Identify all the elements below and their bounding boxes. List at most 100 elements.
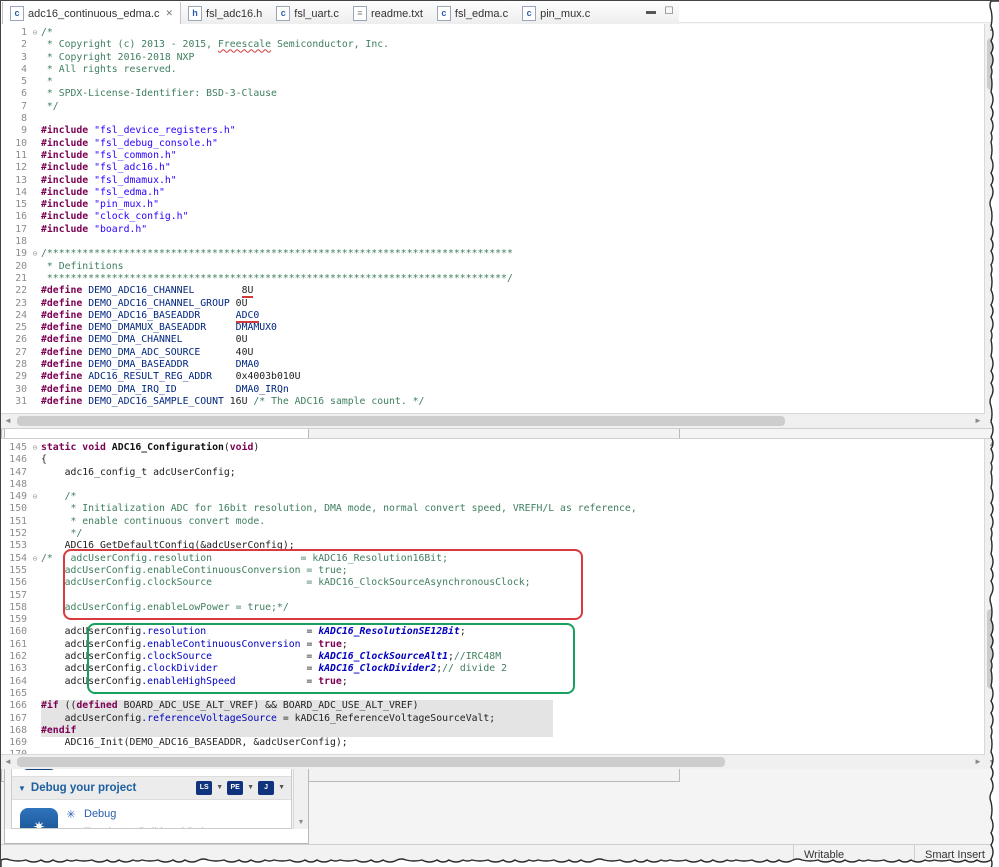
code-line-26[interactable]: 26 #define DEMO_DMA_CHANNEL 0U [1, 334, 985, 346]
code-pane-top[interactable]: 1 ⊖/* 2 * Copyright (c) 2013 - 2015, Frees… [1, 24, 999, 429]
editor-tab-fsl-adc16-h[interactable]: h fsl_adc16.h [181, 2, 269, 25]
code-line-25[interactable]: 25 #define DEMO_DMAMUX_BASEADDR DMAMUX0 [1, 322, 985, 334]
code-pane-bottom[interactable]: 145 ⊖ static void ADC16_Configuration(void… [1, 438, 999, 769]
code-line-14[interactable]: 14 #include "fsl_edma.h" [1, 187, 985, 199]
code-line-21[interactable]: 21 *************************************… [1, 273, 985, 285]
section-collapse-icon[interactable]: ▼ [18, 784, 26, 793]
code-line-30[interactable]: 30 #define DEMO_DMA_IRQ_ID DMA0_IRQn [1, 384, 985, 396]
code-line-31[interactable]: 31 #define DEMO_ADC16_SAMPLE_COUNT 16U /*… [1, 396, 985, 408]
code-line-147[interactable]: 147 adc16_config_t adcUserConfig; [1, 467, 985, 479]
code-line-169[interactable]: 169 ADC16_Init(DEMO_ADC16_BASEADDR, &adc… [1, 737, 985, 749]
code-line-166[interactable]: 166 #if ((defined BOARD_ADC_USE_ALT_VREF)… [1, 700, 985, 713]
code-line-148[interactable]: 148 [1, 479, 985, 491]
code-line-9[interactable]: 9 #include "fsl_device_registers.h" [1, 125, 985, 137]
section-header-debug-your-project[interactable]: ▼ Debug your project LS ▼ PE ▼ J ▼ [12, 776, 291, 800]
code-line-167[interactable]: 167 adcUserConfig.referenceVoltageSource… [1, 712, 985, 725]
line-number: 2 [21, 39, 27, 51]
probe-pe-button[interactable]: PE [227, 781, 244, 795]
line-number: 145 [9, 442, 27, 453]
scroll-down-icon[interactable]: ▼ [985, 757, 999, 769]
line-number: 165 [9, 687, 27, 699]
code-line-164[interactable]: 164 adcUserConfig.enableHighSpeed = true… [1, 676, 985, 688]
link-label: Debug [84, 808, 117, 820]
code-line-8[interactable]: 8 [1, 113, 985, 125]
editor-tab-fsl-uart-c[interactable]: c fsl_uart.c [269, 2, 346, 25]
editor-tab-pin-mux-c[interactable]: c pin_mux.c [515, 2, 597, 25]
editor-tab-readme-txt[interactable]: ≡ readme.txt [346, 2, 430, 25]
line-number: 169 [9, 737, 27, 749]
code-line-153[interactable]: 153 ADC16_GetDefaultConfig(&adcUserConfi… [1, 540, 985, 552]
code-line-15[interactable]: 15 #include "pin_mux.h" [1, 199, 985, 211]
code-line-22[interactable]: 22 #define DEMO_ADC16_CHANNEL 8U [1, 285, 985, 299]
code-line-155[interactable]: 155 adcUserConfig.enableContinuousConver… [1, 565, 985, 577]
code-line-16[interactable]: 16 #include "clock_config.h" [1, 211, 985, 223]
code-line-145[interactable]: 145 ⊖ static void ADC16_Configuration(void… [1, 442, 985, 454]
line-number: 8 [21, 113, 27, 125]
scroll-down-icon[interactable]: ▼ [294, 817, 308, 829]
scroll-left-icon[interactable]: ◄ [1, 414, 15, 428]
code-line-150[interactable]: 150 * Initialization ADC for 16bit resol… [1, 503, 985, 515]
code-line-13[interactable]: 13 #include "fsl_dmamux.h" [1, 175, 985, 187]
code-line-6[interactable]: 6 * SPDX-License-Identifier: BSD-3-Claus… [1, 88, 985, 100]
code-line-160[interactable]: 160 adcUserConfig.resolution = kADC16_Re… [1, 626, 985, 638]
code-line-162[interactable]: 162 adcUserConfig.clockSource = kADC16_C… [1, 651, 985, 663]
code-line-168[interactable]: 168 #endif [1, 724, 985, 738]
editor-tab-fsl-edma-c[interactable]: c fsl_edma.c [430, 2, 515, 25]
code-line-19[interactable]: 19 ⊖/************************************… [1, 248, 985, 260]
code-line-10[interactable]: 10 #include "fsl_debug_console.h" [1, 138, 985, 150]
scroll-right-icon[interactable]: ► [971, 755, 985, 769]
code-line-146[interactable]: 146{ [1, 454, 985, 466]
code-line-7[interactable]: 7 */ [1, 101, 985, 113]
code-line-11[interactable]: 11 #include "fsl_common.h" [1, 150, 985, 162]
line-number: 18 [15, 236, 27, 248]
scroll-right-icon[interactable]: ► [971, 414, 985, 428]
code-line-161[interactable]: 161 adcUserConfig.enableContinuousConver… [1, 639, 985, 651]
code-line-29[interactable]: 29 #define ADC16_RESULT_REG_ADDR 0x4003b0… [1, 371, 985, 383]
code-line-27[interactable]: 27 #define DEMO_DMA_ADC_SOURCE 40U [1, 347, 985, 359]
probe-j-button[interactable]: J [258, 781, 275, 795]
scroll-down-icon[interactable]: ▼ [985, 416, 999, 428]
pane1-vscrollbar[interactable]: ▲ ▼ [984, 24, 999, 428]
code-line-5[interactable]: 5 * [1, 76, 985, 88]
editor-tab-adc16-continuous-edma-c[interactable]: c adc16_continuous_edma.c ✕ [2, 2, 182, 25]
line-number: 26 [15, 334, 27, 346]
pane2-vscrollbar[interactable]: ▲ ▼ [984, 439, 999, 769]
maximize-icon[interactable]: ☐ [662, 6, 676, 19]
editor-minmax: ▬ ☐ [644, 6, 676, 19]
code-line-158[interactable]: 158 adcUserConfig.enableLowPower = true;… [1, 602, 985, 614]
code-line-163[interactable]: 163 adcUserConfig.clockDivider = kADC16_… [1, 663, 985, 675]
code-line-20[interactable]: 20 * Definitions [1, 261, 985, 273]
dropdown-arrow-icon[interactable]: ▼ [247, 781, 254, 795]
code-line-1[interactable]: 1 ⊖/* [1, 27, 985, 39]
quickstart-link-debug[interactable]: ✳ Debug [64, 807, 220, 821]
scroll-left-icon[interactable]: ◄ [1, 755, 15, 769]
pane1-hscrollbar[interactable]: ◄ ► [1, 413, 985, 428]
minimize-icon[interactable]: ▬ [644, 6, 658, 19]
code-line-159[interactable]: 159 [1, 614, 985, 626]
code-line-17[interactable]: 17 #include "board.h" [1, 224, 985, 236]
code-line-28[interactable]: 28 #define DEMO_DMA_BASEADDR DMA0 [1, 359, 985, 371]
scroll-up-icon[interactable]: ▲ [985, 439, 999, 451]
code-line-23[interactable]: 23 #define DEMO_ADC16_CHANNEL_GROUP 0U [1, 298, 985, 310]
pane2-hscrollbar[interactable]: ◄ ► [1, 754, 985, 769]
code-line-4[interactable]: 4 * All rights reserved. [1, 64, 985, 76]
line-number: 163 [9, 663, 27, 675]
code-line-154[interactable]: 154 ⊖/* adcUserConfig.resolution = kADC16… [1, 553, 985, 565]
code-line-12[interactable]: 12 #include "fsl_adc16.h" [1, 162, 985, 174]
code-line-3[interactable]: 3 * Copyright 2016-2018 NXP [1, 52, 985, 64]
code-line-156[interactable]: 156 adcUserConfig.clockSource = kADC16_C… [1, 577, 985, 589]
dropdown-arrow-icon[interactable]: ▼ [278, 781, 285, 795]
code-line-165[interactable]: 165 [1, 688, 985, 700]
code-line-152[interactable]: 152 */ [1, 528, 985, 540]
code-line-18[interactable]: 18 [1, 236, 985, 248]
scroll-up-icon[interactable]: ▲ [985, 24, 999, 36]
probe-ls-button[interactable]: LS [196, 781, 213, 795]
close-icon[interactable]: ✕ [165, 8, 173, 19]
dropdown-arrow-icon[interactable]: ▼ [216, 781, 223, 795]
code-line-24[interactable]: 24 #define DEMO_ADC16_BASEADDR ADC0 [1, 309, 985, 323]
code-line-149[interactable]: 149 ⊖ /* [1, 491, 985, 503]
code-line-2[interactable]: 2 * Copyright (c) 2013 - 2015, Freescale… [1, 39, 985, 51]
line-number: 167 [9, 712, 27, 724]
code-line-157[interactable]: 157 [1, 590, 985, 602]
code-line-151[interactable]: 151 * enable continuous convert mode. [1, 516, 985, 528]
